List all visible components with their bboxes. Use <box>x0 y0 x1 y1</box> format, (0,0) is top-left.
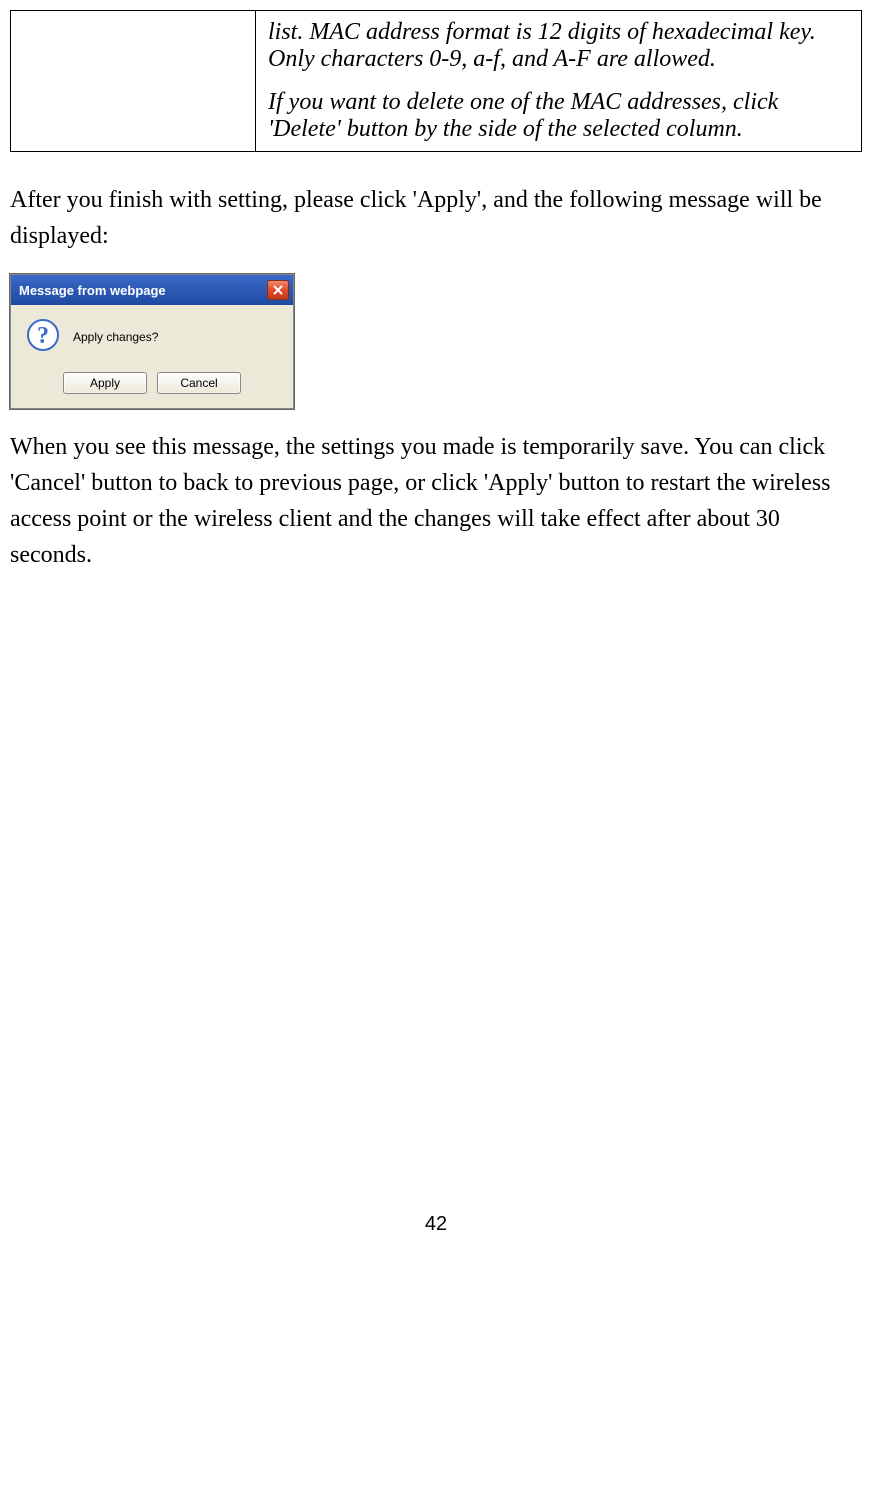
dialog-title: Message from webpage <box>19 283 166 298</box>
paragraph-before-dialog: After you finish with setting, please cl… <box>10 182 862 254</box>
table-text-2: If you want to delete one of the MAC add… <box>268 89 849 143</box>
apply-button[interactable]: Apply <box>63 372 147 394</box>
dialog-titlebar: Message from webpage <box>11 275 293 305</box>
svg-text:?: ? <box>37 323 49 349</box>
page-number: 42 <box>10 1213 862 1236</box>
message-dialog: Message from webpage ? Apply changes? Ap… <box>10 274 294 409</box>
mac-address-table: list. MAC address format is 12 digits of… <box>10 10 862 152</box>
table-left-cell <box>11 11 256 152</box>
dialog-message: Apply changes? <box>73 330 158 344</box>
dialog-body: ? Apply changes? Apply Cancel <box>11 305 293 408</box>
question-icon: ? <box>27 319 59 354</box>
close-icon[interactable] <box>267 280 289 300</box>
table-right-cell: list. MAC address format is 12 digits of… <box>256 11 862 152</box>
cancel-button[interactable]: Cancel <box>157 372 241 394</box>
table-text-1: list. MAC address format is 12 digits of… <box>268 19 849 73</box>
paragraph-after-dialog: When you see this message, the settings … <box>10 429 862 573</box>
